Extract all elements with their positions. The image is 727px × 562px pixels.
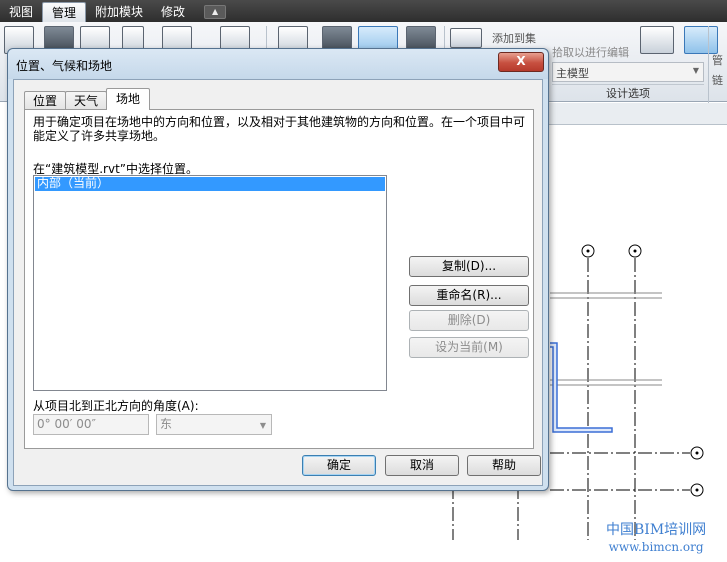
dialog-title: 位置、气候和场地 [16, 59, 113, 73]
tab-weather[interactable]: 天气 [65, 91, 108, 110]
site-listbox[interactable]: 内部（当前） [33, 175, 387, 391]
duplicate-button[interactable]: 复制(D)... [409, 256, 529, 277]
list-item[interactable]: 内部（当前） [35, 177, 385, 191]
dialog-tabs: 位置 天气 场地 [24, 88, 151, 110]
grid-bubble-dot [695, 451, 699, 455]
grid-bubble-dot [586, 249, 590, 253]
dialog-body: 位置 天气 场地 用于确定项目在场地中的方向和位置，以及相对于其他建筑物的方向和… [13, 79, 543, 486]
tab-site[interactable]: 场地 [106, 88, 151, 110]
site-tab-panel: 用于确定项目在场地中的方向和位置，以及相对于其他建筑物的方向和位置。在一个项目中… [24, 109, 534, 449]
rename-button[interactable]: 重命名(R)... [409, 285, 529, 306]
delete-button[interactable]: 删除(D) [409, 310, 529, 331]
direction-select[interactable]: 东 ▼ [156, 414, 272, 435]
close-button[interactable]: X [498, 52, 544, 72]
highlighted-wall [550, 342, 613, 433]
watermark-line-1: 中国BIM培训网 [606, 522, 707, 538]
chevron-down-icon: ▼ [259, 421, 266, 430]
watermark-line-2: www.bimcn.org [608, 540, 704, 554]
grid-bubble-dot [633, 249, 637, 253]
angle-label: 从项目北到正北方向的角度(A): [33, 399, 199, 413]
tab-location[interactable]: 位置 [24, 91, 67, 110]
watermark: 中国BIM培训网 www.bimcn.org [606, 522, 706, 556]
grid-bubble-dot [695, 488, 699, 492]
help-button[interactable]: 帮助 [467, 455, 541, 476]
make-current-button[interactable]: 设为当前(M) [409, 337, 529, 358]
ok-button[interactable]: 确定 [302, 455, 376, 476]
cancel-button[interactable]: 取消 [385, 455, 459, 476]
site-description: 用于确定项目在场地中的方向和位置，以及相对于其他建筑物的方向和位置。在一个项目中… [33, 115, 526, 143]
angle-input[interactable]: 0° 00′ 00″ [33, 414, 149, 435]
direction-select-value: 东 [160, 417, 173, 431]
dialog-title-bar[interactable]: 位置、气候和场地 X [8, 49, 548, 79]
close-icon: X [516, 54, 526, 68]
location-climate-site-dialog: 位置、气候和场地 X 位置 天气 场地 用于确定项目在场地中的方向和位置，以及相… [7, 48, 549, 491]
